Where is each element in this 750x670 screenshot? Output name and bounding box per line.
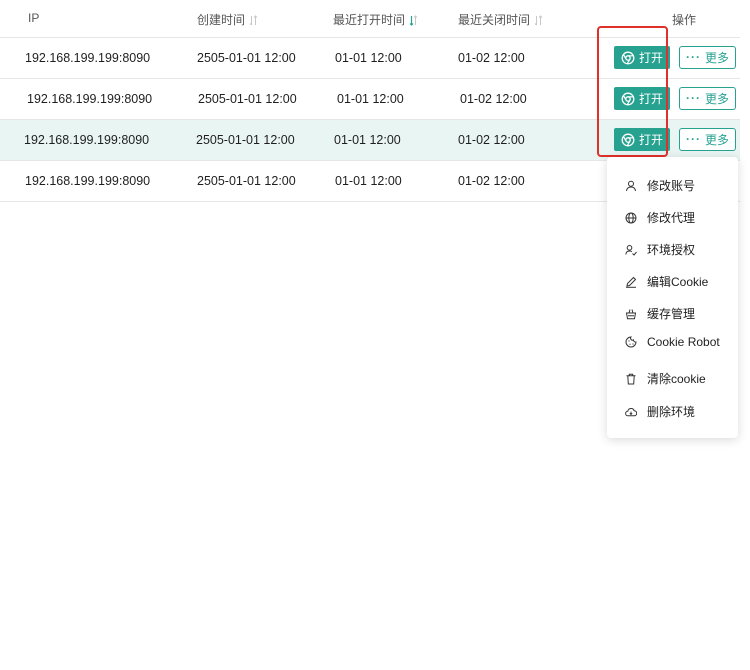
sort-icon[interactable] (534, 14, 543, 26)
cell-created: 2505-01-01 12:00 (198, 92, 297, 106)
more-button[interactable]: ··· 更多 (679, 128, 736, 151)
header-actions: 操作 (672, 13, 697, 27)
cell-created: 2505-01-01 12:00 (197, 174, 296, 188)
more-dots-icon: ··· (685, 131, 701, 146)
cookie-icon (625, 336, 637, 348)
menu-item-edit-account[interactable]: 修改账号 (625, 177, 695, 194)
cell-last-open: 01-01 12:00 (335, 51, 402, 65)
trash-icon (625, 373, 637, 385)
header-ip: IP (28, 11, 40, 25)
menu-item-edit-cookie[interactable]: 编辑Cookie (625, 273, 708, 290)
menu-item-clear-cookie[interactable]: 清除cookie (625, 370, 706, 387)
edit-icon (625, 276, 637, 288)
cell-last-close: 01-02 12:00 (460, 92, 527, 106)
annotation-highlight-box (597, 26, 668, 157)
cloud-icon (625, 406, 637, 418)
basket-icon (625, 308, 637, 320)
cell-last-open: 01-01 12:00 (337, 92, 404, 106)
menu-item-delete-env[interactable]: 删除环境 (625, 403, 695, 420)
more-dropdown-menu: 修改账号 修改代理 环境授权 编辑Cookie 缓存管理 Cookie Robo… (607, 157, 738, 438)
cell-ip: 192.168.199.199:8090 (25, 174, 151, 188)
more-button[interactable]: ··· 更多 (679, 87, 736, 110)
cell-last-open: 01-01 12:00 (334, 133, 401, 147)
cell-ip: 192.168.199.199:8090 (25, 51, 151, 65)
more-dots-icon: ··· (685, 49, 701, 64)
cell-last-open: 01-01 12:00 (335, 174, 402, 188)
globe-icon (625, 212, 637, 224)
menu-item-cache-manage[interactable]: 缓存管理 (625, 305, 695, 322)
cell-last-close: 01-02 12:00 (458, 133, 525, 147)
menu-item-cookie-robot[interactable]: Cookie Robot (625, 335, 720, 349)
cell-created: 2505-01-01 12:00 (197, 51, 296, 65)
more-button[interactable]: ··· 更多 (679, 46, 736, 69)
cell-last-close: 01-02 12:00 (458, 174, 525, 188)
cell-created: 2505-01-01 12:00 (196, 133, 295, 147)
header-last-close[interactable]: 最近关闭时间 (458, 11, 543, 28)
more-dots-icon: ··· (685, 90, 701, 105)
user-check-icon (625, 244, 637, 256)
cell-last-close: 01-02 12:00 (458, 51, 525, 65)
cell-ip: 192.168.199.199:8090 (24, 133, 150, 147)
menu-item-edit-proxy[interactable]: 修改代理 (625, 209, 695, 226)
sort-icon[interactable] (249, 14, 258, 26)
menu-item-env-authorize[interactable]: 环境授权 (625, 241, 695, 258)
header-created[interactable]: 创建时间 (197, 11, 258, 28)
header-last-open[interactable]: 最近打开时间 (333, 11, 418, 28)
cell-ip: 192.168.199.199:8090 (27, 92, 153, 106)
sort-desc-icon[interactable] (409, 14, 418, 26)
user-icon (625, 180, 637, 192)
